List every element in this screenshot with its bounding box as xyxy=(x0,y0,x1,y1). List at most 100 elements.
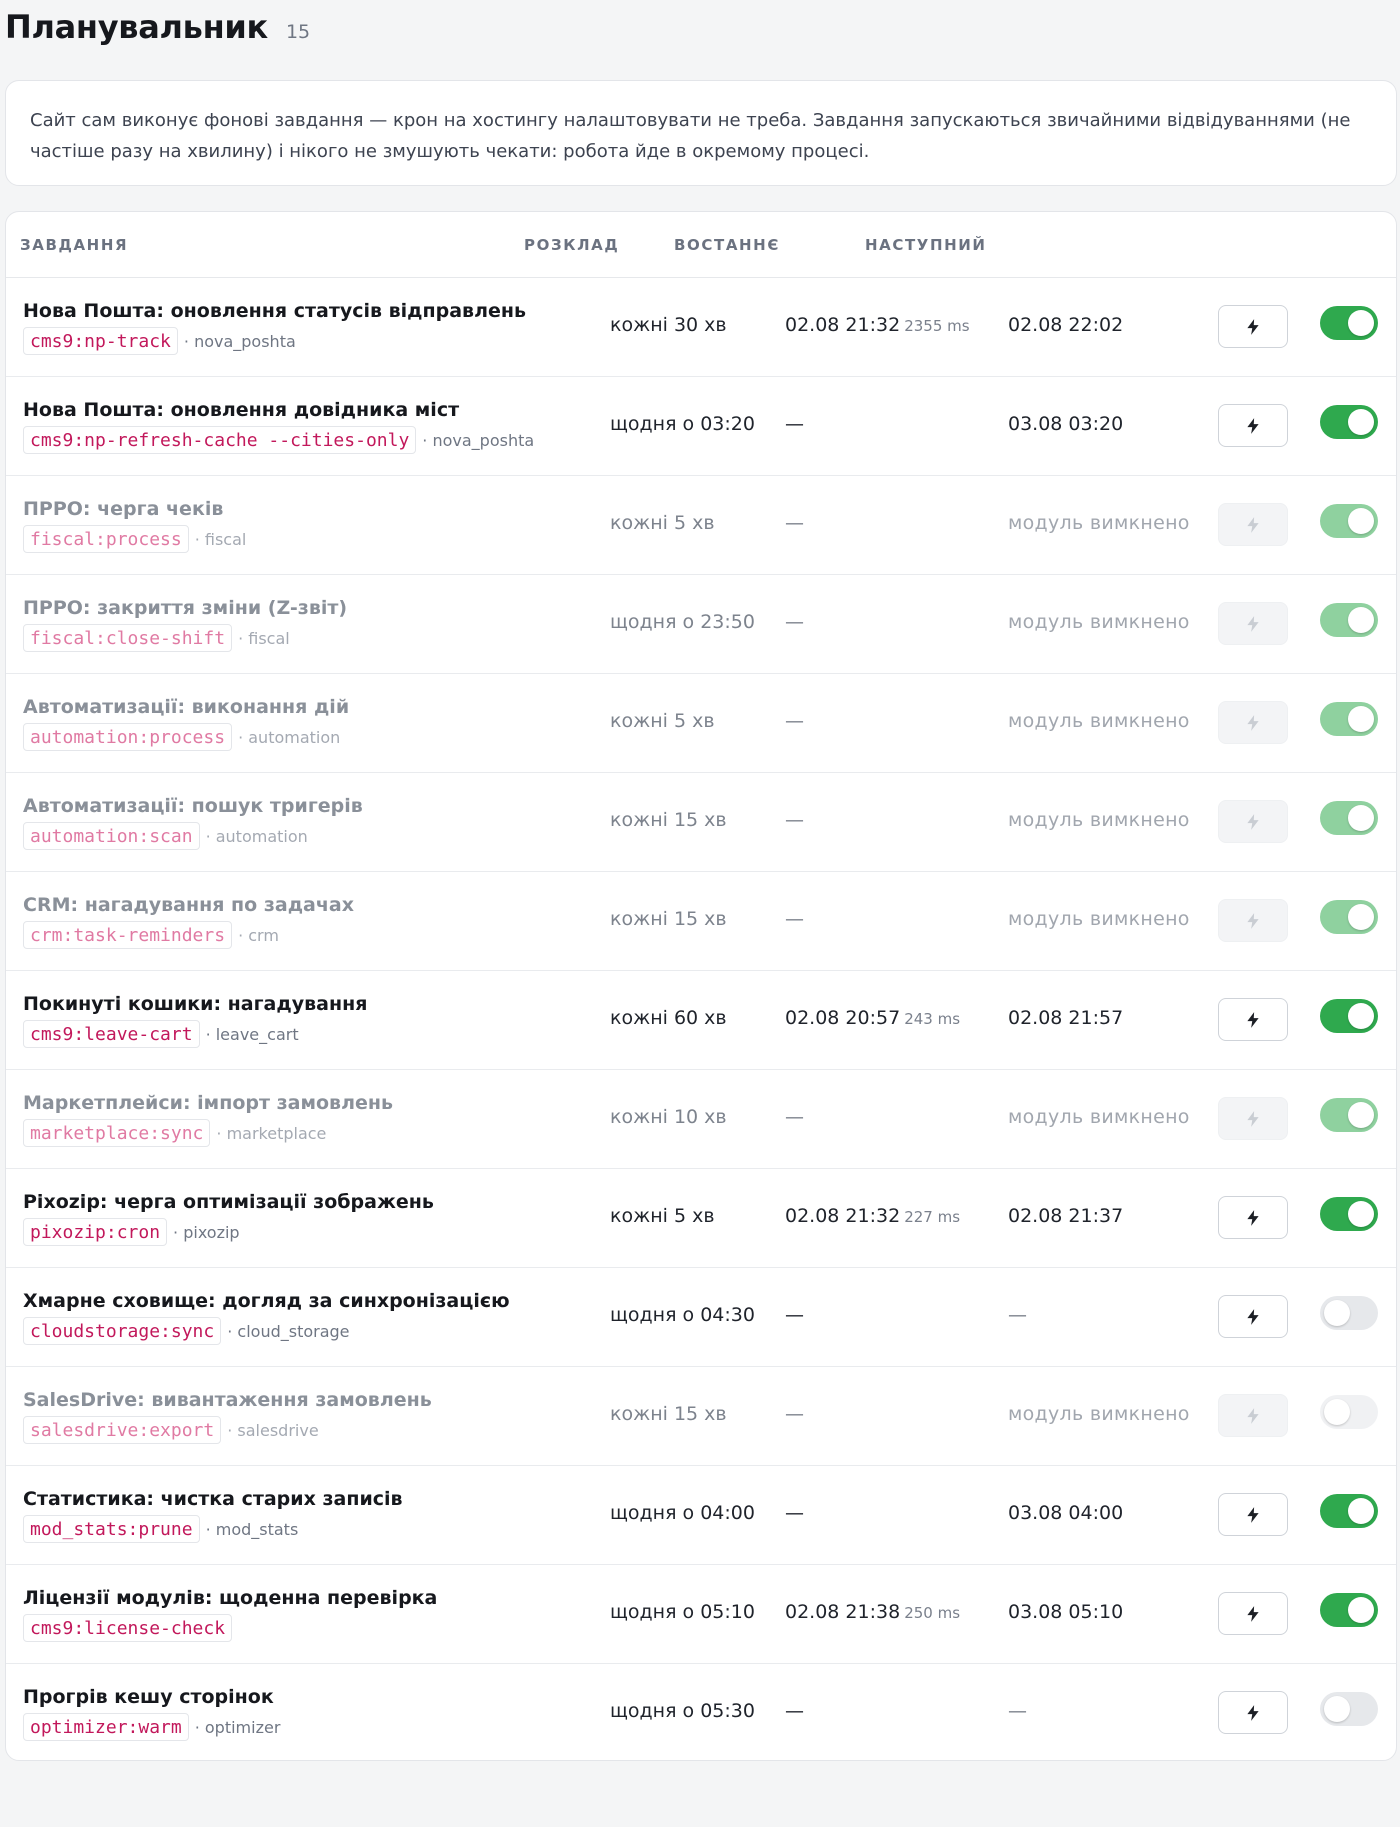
enable-toggle[interactable] xyxy=(1320,999,1378,1033)
table-row: Нова Пошта: оновлення статусів відправле… xyxy=(6,278,1396,377)
task-next-run: модуль вимкнено xyxy=(1008,809,1190,831)
enable-toggle[interactable] xyxy=(1320,1692,1378,1726)
task-schedule: кожні 15 хв xyxy=(610,908,727,930)
task-next-run: 02.08 22:02 xyxy=(1008,314,1124,336)
task-next-run: 03.08 04:00 xyxy=(1008,1502,1124,1524)
toggle-knob xyxy=(1348,310,1374,336)
enable-toggle[interactable] xyxy=(1320,1395,1378,1429)
enable-toggle[interactable] xyxy=(1320,1494,1378,1528)
toggle-knob xyxy=(1348,1003,1374,1029)
task-command: crm:task-reminders xyxy=(23,921,233,949)
task-name: Автоматизації: виконання дій xyxy=(23,696,350,718)
run-now-button[interactable] xyxy=(1218,503,1288,546)
toggle-knob xyxy=(1324,1696,1350,1722)
task-last-run: — xyxy=(785,809,808,831)
task-last-run: — xyxy=(785,512,808,534)
toggle-knob xyxy=(1324,1300,1350,1326)
task-name: Прогрів кешу сторінок xyxy=(23,1686,274,1708)
last-run-time: — xyxy=(785,1106,804,1128)
run-now-button[interactable] xyxy=(1218,899,1288,942)
last-run-time: — xyxy=(785,1403,804,1425)
run-now-button[interactable] xyxy=(1218,800,1288,843)
run-now-button[interactable] xyxy=(1218,1394,1288,1437)
task-schedule: кожні 5 хв xyxy=(610,710,715,732)
run-now-button[interactable] xyxy=(1218,1493,1288,1536)
bolt-icon xyxy=(1247,714,1259,731)
task-module: · automation xyxy=(205,826,308,846)
run-now-button[interactable] xyxy=(1218,1097,1288,1140)
enable-toggle[interactable] xyxy=(1320,1098,1378,1132)
task-last-run: 02.08 21:38 250 ms xyxy=(785,1601,960,1623)
run-now-button[interactable] xyxy=(1218,602,1288,645)
task-command: pixozip:cron xyxy=(23,1218,168,1246)
run-now-button[interactable] xyxy=(1218,1592,1288,1635)
last-run-time: — xyxy=(785,413,804,435)
task-last-run: — xyxy=(785,710,808,732)
enable-toggle[interactable] xyxy=(1320,702,1378,736)
task-command: marketplace:sync xyxy=(23,1119,211,1147)
enable-toggle[interactable] xyxy=(1320,504,1378,538)
task-command: cms9:np-refresh-cache --cities-only xyxy=(23,426,417,454)
task-schedule: кожні 60 хв xyxy=(610,1007,727,1029)
task-command: mod_stats:prune xyxy=(23,1515,200,1543)
task-module: · marketplace xyxy=(216,1123,327,1143)
task-schedule: кожні 30 хв xyxy=(610,314,727,336)
run-now-button[interactable] xyxy=(1218,998,1288,1041)
task-name: Ліцензії модулів: щоденна перевірка xyxy=(23,1587,438,1609)
task-last-run: — xyxy=(785,1106,808,1128)
task-name: Статистика: чистка старих записів xyxy=(23,1488,403,1510)
bolt-icon xyxy=(1247,1110,1259,1127)
bolt-icon xyxy=(1247,1308,1259,1325)
task-command: cms9:leave-cart xyxy=(23,1020,200,1048)
enable-toggle[interactable] xyxy=(1320,405,1378,439)
enable-toggle[interactable] xyxy=(1320,900,1378,934)
task-command: fiscal:process xyxy=(23,525,189,553)
toggle-knob xyxy=(1348,508,1374,534)
task-command-line: fiscal:process · fiscal xyxy=(23,525,246,553)
run-now-button[interactable] xyxy=(1218,1295,1288,1338)
task-command-line: mod_stats:prune · mod_stats xyxy=(23,1515,298,1543)
task-schedule: щодня о 04:00 xyxy=(610,1502,755,1524)
table-row: Статистика: чистка старих записів mod_st… xyxy=(6,1466,1396,1565)
last-run-duration: 250 ms xyxy=(904,1604,961,1622)
task-command-line: automation:scan · automation xyxy=(23,822,308,850)
enable-toggle[interactable] xyxy=(1320,1593,1378,1627)
enable-toggle[interactable] xyxy=(1320,603,1378,637)
task-next-run: — xyxy=(1008,1304,1027,1326)
last-run-time: — xyxy=(785,611,804,633)
table-row: Хмарне сховище: догляд за синхронізацією… xyxy=(6,1268,1396,1367)
run-now-button[interactable] xyxy=(1218,701,1288,744)
table-row: Автоматизації: виконання дій automation:… xyxy=(6,674,1396,773)
enable-toggle[interactable] xyxy=(1320,306,1378,340)
task-command: automation:process xyxy=(23,723,233,751)
last-run-time: — xyxy=(785,710,804,732)
run-now-button[interactable] xyxy=(1218,1196,1288,1239)
run-now-button[interactable] xyxy=(1218,404,1288,447)
task-command-line: cms9:np-refresh-cache --cities-only · no… xyxy=(23,426,534,454)
table-row: Прогрів кешу сторінок optimizer:warm · o… xyxy=(6,1664,1396,1760)
task-name: SalesDrive: вивантаження замовлень xyxy=(23,1389,432,1411)
run-now-button[interactable] xyxy=(1218,1691,1288,1734)
task-last-run: — xyxy=(785,413,808,435)
enable-toggle[interactable] xyxy=(1320,1197,1378,1231)
enable-toggle[interactable] xyxy=(1320,801,1378,835)
task-module: · fiscal xyxy=(238,628,290,648)
scheduler-page: Планувальник 15 Сайт сам виконує фонові … xyxy=(0,0,1400,1827)
toggle-knob xyxy=(1348,904,1374,930)
toggle-knob xyxy=(1348,805,1374,831)
task-schedule: кожні 5 хв xyxy=(610,1205,715,1227)
task-next-run: модуль вимкнено xyxy=(1008,512,1190,534)
enable-toggle[interactable] xyxy=(1320,1296,1378,1330)
task-command: salesdrive:export xyxy=(23,1416,222,1444)
run-now-button[interactable] xyxy=(1218,305,1288,348)
task-name: ПРРО: черга чеків xyxy=(23,498,224,520)
bolt-icon xyxy=(1247,1704,1259,1721)
bolt-icon xyxy=(1247,1011,1259,1028)
task-last-run: — xyxy=(785,611,808,633)
task-next-run: 02.08 21:57 xyxy=(1008,1007,1124,1029)
task-next-run: модуль вимкнено xyxy=(1008,710,1190,732)
toggle-knob xyxy=(1348,1102,1374,1128)
task-name: Нова Пошта: оновлення довідника міст xyxy=(23,399,460,421)
task-name: Хмарне сховище: догляд за синхронізацією xyxy=(23,1290,510,1312)
bolt-icon xyxy=(1247,1407,1259,1424)
